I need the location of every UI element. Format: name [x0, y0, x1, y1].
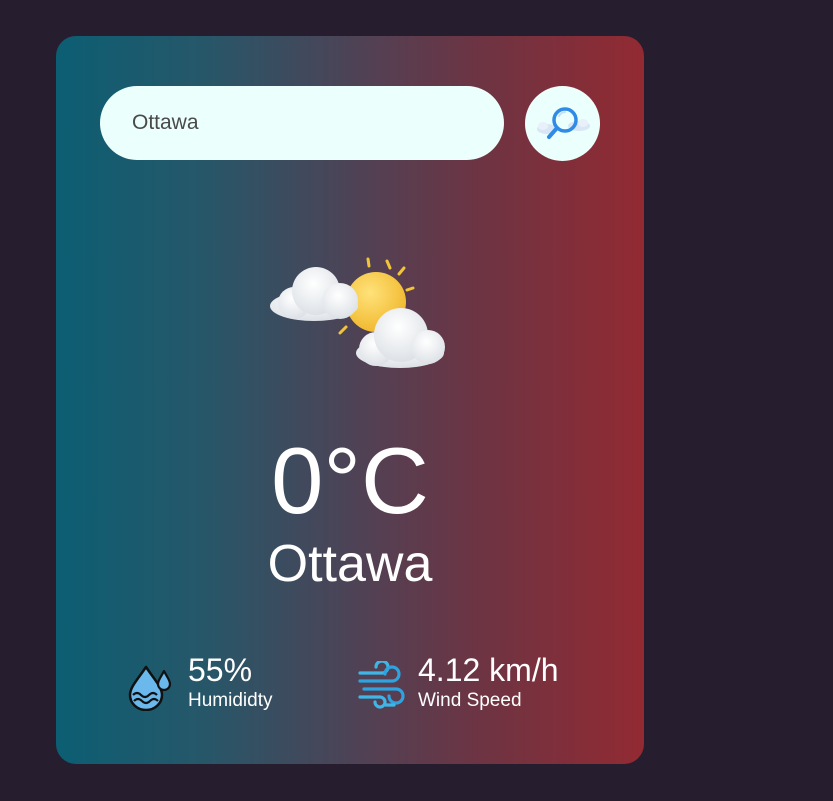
search-icon [536, 106, 590, 139]
wind-label: Wind Speed [418, 690, 522, 711]
partly-cloudy-icon [270, 257, 445, 368]
search-input[interactable] [132, 111, 472, 135]
humidity-label: Humididty [188, 690, 273, 711]
humidity-value: 55% [188, 652, 253, 688]
city-name: Ottawa [267, 535, 433, 593]
wind-icon [358, 661, 405, 709]
humidity-section: 55% Humididty [126, 651, 272, 713]
weather-card: 0°C Ottawa 55% Humididty 4.12 km/h Wind … [56, 36, 644, 764]
search-bar[interactable] [100, 86, 504, 160]
search-button[interactable] [525, 86, 600, 161]
wind-section: 4.12 km/h Wind Speed [356, 651, 559, 713]
temperature: 0°C [271, 428, 429, 533]
wind-value: 4.12 km/h [418, 652, 559, 688]
humidity-icon [128, 665, 172, 711]
